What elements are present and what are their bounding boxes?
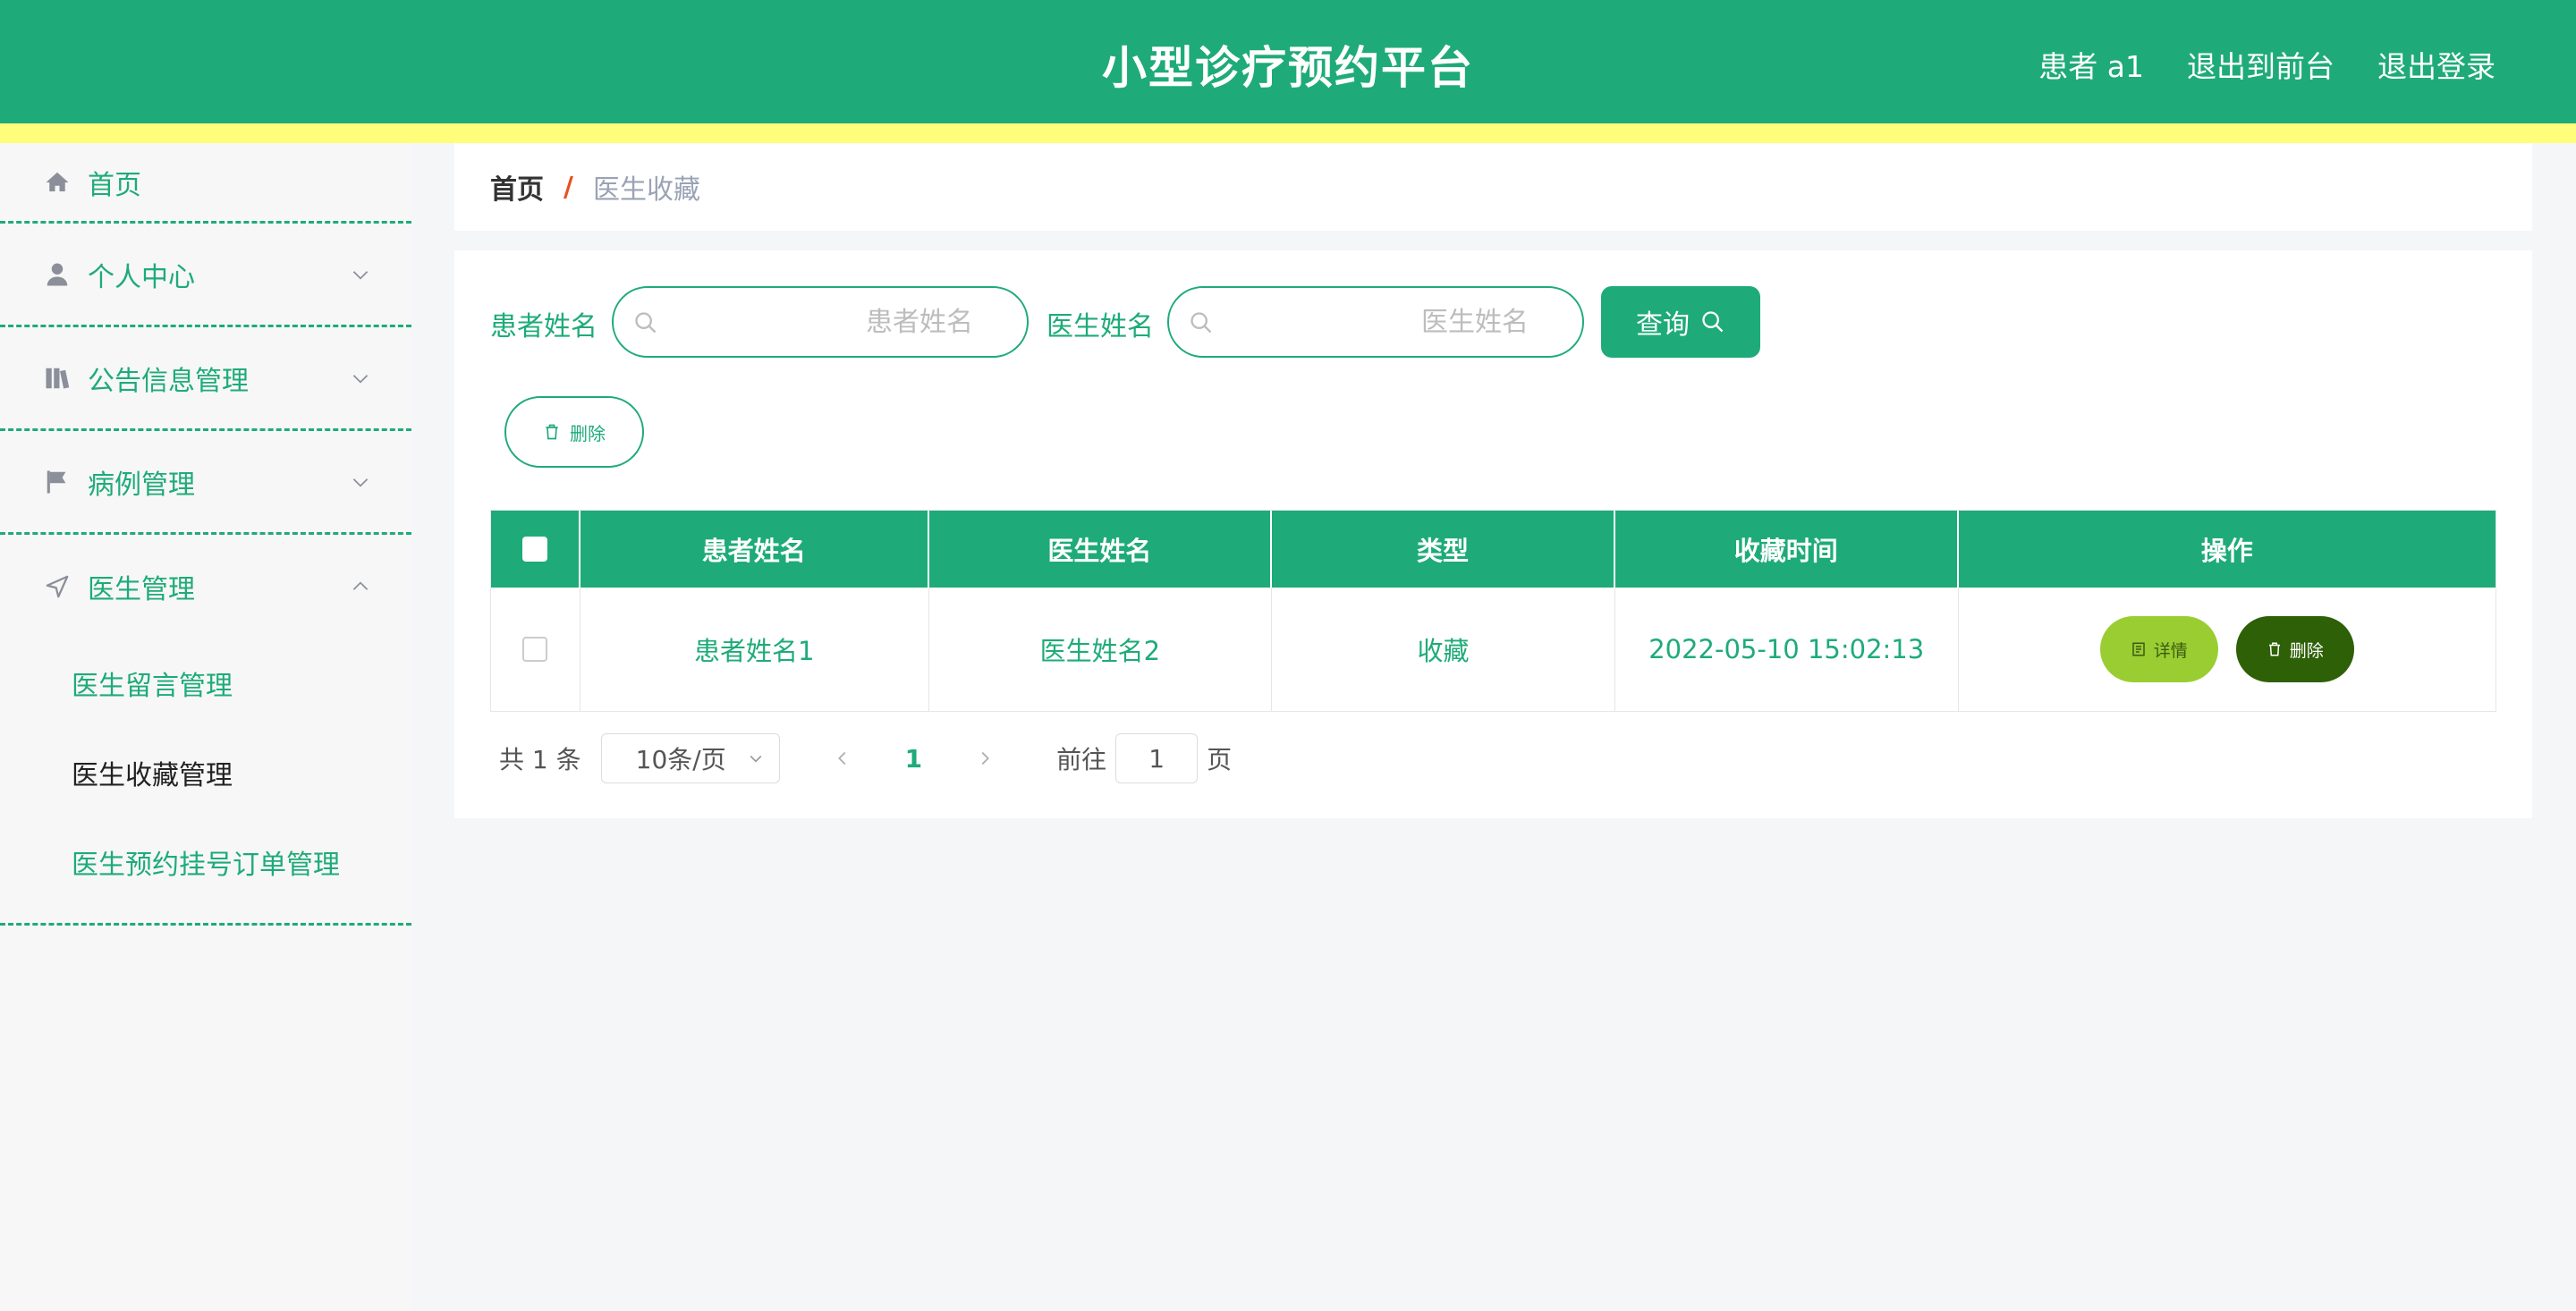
doctor-name-label: 医生姓名: [1046, 311, 1154, 343]
column-header: 操作: [2200, 536, 2253, 566]
table-header: 患者姓名 医生姓名 类型 收藏时间 操作: [491, 511, 2496, 588]
goto-label: 前往: [1056, 745, 1107, 774]
sidebar-item-label: 公告信息管理: [88, 365, 249, 397]
favorites-table: 患者姓名 医生姓名 类型 收藏时间 操作 患者姓名1 医生姓名2 收藏 2022…: [490, 510, 2496, 712]
breadcrumb-separator: /: [564, 171, 573, 203]
chevron-up-icon: [352, 581, 369, 590]
doctor-name-input[interactable]: [1169, 306, 1582, 338]
doctor-name-cell: 医生姓名2: [929, 588, 1273, 711]
detail-button[interactable]: 详情: [2099, 616, 2218, 682]
sidebar-subitem-doctor-favorite[interactable]: 医生收藏管理: [0, 728, 411, 817]
breadcrumb-home[interactable]: 首页: [490, 167, 544, 207]
page-suffix: 页: [1207, 745, 1233, 774]
trash-icon: [546, 424, 558, 440]
sidebar-item-personal-center[interactable]: 个人中心: [0, 224, 411, 327]
home-icon: [43, 168, 72, 197]
breadcrumb-current: 医生收藏: [592, 174, 700, 206]
sidebar-item-announcement[interactable]: 公告信息管理: [0, 327, 411, 431]
patient-name-search[interactable]: [612, 286, 1029, 358]
prev-page-button[interactable]: [825, 749, 860, 768]
batch-delete-label: 删除: [570, 422, 606, 444]
user-icon: [43, 260, 72, 289]
search-icon: [1191, 312, 1212, 334]
column-header: 医生姓名: [929, 511, 1273, 588]
top-header: 小型诊疗预约平台 患者 a1 退出到前台 退出登录: [0, 0, 2576, 123]
book-icon: [43, 364, 72, 393]
page-size-select[interactable]: 10条/页: [600, 733, 780, 783]
patient-name-label: 患者姓名: [490, 311, 597, 343]
document-icon: [2132, 642, 2145, 656]
current-user-label: 患者 a1: [2038, 49, 2144, 84]
header-accent-bar: [0, 123, 2576, 143]
row-delete-label: 删除: [2289, 640, 2324, 661]
sidebar-item-home[interactable]: 首页: [0, 143, 411, 224]
chevron-right-icon: [981, 751, 990, 765]
page-number[interactable]: 1: [905, 744, 922, 774]
type-cell: 收藏: [1272, 588, 1615, 711]
chevron-left-icon: [837, 751, 846, 765]
chevron-down-icon: [352, 374, 369, 384]
patient-name-input[interactable]: [614, 306, 1027, 338]
column-header: 收藏时间: [1615, 511, 1959, 588]
patient-name-cell: 患者姓名1: [580, 588, 929, 711]
doctor-name-search[interactable]: [1167, 286, 1584, 358]
detail-button-label: 详情: [2153, 640, 2188, 661]
query-button-label: 查询: [1636, 309, 1690, 341]
pagination: 共 1 条 10条/页 1 前往 页: [499, 733, 1232, 783]
chevron-down-icon: [352, 270, 369, 280]
table-row: 患者姓名1 医生姓名2 收藏 2022-05-10 15:02:13 详情 删除: [491, 588, 2496, 711]
column-header: 患者姓名: [580, 511, 929, 588]
sidebar-item-doctor[interactable]: 医生管理: [0, 535, 411, 639]
select-all-checkbox[interactable]: [521, 537, 547, 562]
sidebar-item-label: 首页: [88, 169, 141, 201]
sidebar-subitem-doctor-appointment[interactable]: 医生预约挂号订单管理: [0, 817, 411, 907]
next-page-button[interactable]: [967, 749, 1003, 768]
sidebar: 首页 个人中心 公告信息管理 病例管理 医生管理 医生留言管理 医生收藏管理 医…: [0, 143, 411, 1311]
sidebar-subitem-doctor-message[interactable]: 医生留言管理: [0, 639, 411, 728]
column-header: 类型: [1272, 511, 1615, 588]
total-count: 共 1 条: [499, 745, 581, 774]
row-delete-button[interactable]: 删除: [2235, 616, 2354, 682]
doctor-submenu: 医生留言管理 医生收藏管理 医生预约挂号订单管理: [0, 639, 411, 926]
time-cell: 2022-05-10 15:02:13: [1615, 588, 1959, 711]
sidebar-item-label: 医生管理: [88, 574, 195, 605]
chevron-down-icon: [750, 755, 762, 763]
actions-cell: 详情 删除: [1959, 588, 2496, 711]
query-button[interactable]: 查询: [1601, 286, 1760, 358]
chevron-down-icon: [352, 478, 369, 487]
sidebar-item-label: 病例管理: [88, 469, 195, 501]
search-icon: [1702, 311, 1724, 333]
page-size-value: 10条/页: [635, 745, 726, 774]
search-icon: [635, 312, 657, 334]
header-links: 患者 a1 退出到前台 退出登录: [2038, 43, 2496, 86]
navigation-icon: [43, 572, 72, 601]
select-all-cell: [491, 511, 580, 588]
sidebar-item-label: 个人中心: [88, 261, 195, 293]
logout-link[interactable]: 退出登录: [2377, 43, 2496, 86]
trash-icon: [2268, 642, 2280, 656]
row-checkbox[interactable]: [522, 637, 548, 662]
row-select-cell: [491, 588, 580, 711]
sidebar-item-case[interactable]: 病例管理: [0, 431, 411, 535]
goto-page-input[interactable]: [1115, 733, 1199, 783]
main-panel: 患者姓名 医生姓名 查询 删除 患者姓名 医生姓名 类型 收藏时间 操作 患者姓…: [454, 250, 2532, 818]
breadcrumb: 首页 / 医生收藏: [454, 143, 2532, 231]
flag-icon: [43, 468, 72, 496]
batch-delete-button[interactable]: 删除: [504, 396, 644, 468]
exit-to-front-link[interactable]: 退出到前台: [2187, 43, 2334, 86]
